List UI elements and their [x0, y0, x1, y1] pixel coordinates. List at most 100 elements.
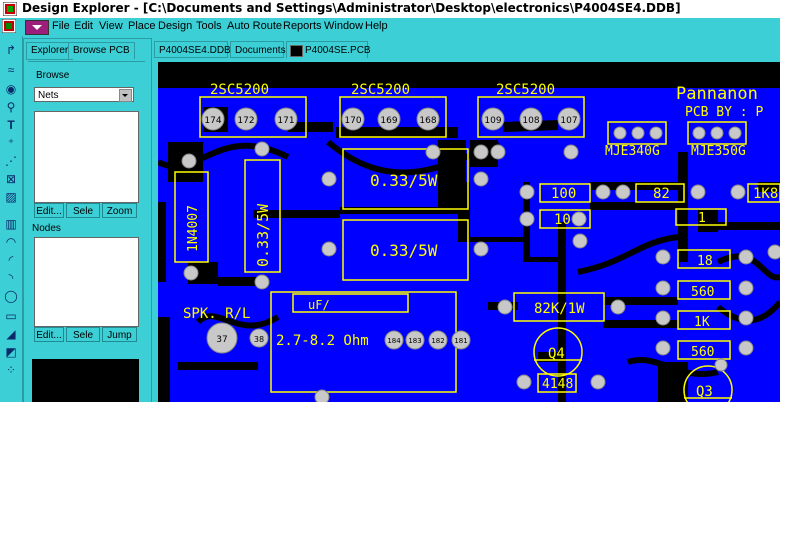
transistor-label-mje350: MJE350G — [691, 144, 746, 159]
system-menu-icon[interactable] — [2, 19, 16, 33]
pad-number-184: 184 — [387, 337, 401, 345]
diode-label-1n4007: 1N4007 — [186, 205, 201, 252]
diode-label-4148: 4148 — [542, 377, 573, 392]
pcb-canvas[interactable]: 2SC5200 2SC5200 2SC5200 MJE340G MJE350G … — [158, 62, 780, 402]
split-plane-tool-icon[interactable]: ◢ — [3, 326, 19, 342]
tab-browse-pcb[interactable]: Browse PCB — [68, 42, 135, 59]
nodes-select-button[interactable]: Sele — [66, 327, 100, 342]
coordinate-tool-icon[interactable]: ⁺ — [3, 135, 19, 151]
pad-number-37: 37 — [216, 335, 227, 345]
resistor-label-033-a: 0.33/5W — [370, 171, 438, 190]
transistor-label-2: 2SC5200 — [351, 82, 410, 98]
transistor-label-3: 2SC5200 — [496, 82, 555, 98]
pad-number-109: 109 — [484, 116, 501, 126]
nodes-group-label: Nodes — [32, 223, 61, 234]
board-brand-subtitle: PCB BY : P — [685, 105, 763, 120]
arc-tool-icon[interactable]: ≈ — [3, 62, 19, 78]
array-tool-icon[interactable]: ⁘ — [3, 362, 19, 378]
browse-zoom-button[interactable]: Zoom — [102, 203, 137, 218]
pad-number-169: 169 — [380, 116, 397, 126]
menu-help[interactable]: Help — [365, 20, 388, 32]
menu-edit[interactable]: Edit — [74, 20, 93, 32]
browse-edit-button[interactable]: Edit... — [34, 203, 64, 218]
tab-divider — [28, 61, 145, 62]
resistor-label-1ba: 1 — [698, 211, 706, 226]
pad-number-183: 183 — [408, 337, 421, 345]
resistor-label-033-b: 0.33/5W — [370, 241, 438, 260]
menu-window[interactable]: Window — [324, 20, 363, 32]
browse-list[interactable] — [34, 111, 139, 203]
resistor-label-1k: 1K — [694, 315, 710, 330]
pcb-document-icon — [290, 45, 303, 57]
menu-reports[interactable]: Reports — [283, 20, 322, 32]
design-menu-dropdown[interactable] — [25, 20, 49, 35]
pad-number-168: 168 — [419, 116, 436, 126]
board-brand-title: Pannanon — [676, 84, 758, 104]
transistor-label-1: 2SC5200 — [210, 82, 269, 98]
menu-view[interactable]: View — [99, 20, 123, 32]
app-icon — [3, 2, 17, 16]
text-tool-icon[interactable]: T — [3, 117, 19, 133]
menu-auto-route[interactable]: Auto Route — [227, 20, 282, 32]
pad-number-174: 174 — [204, 116, 221, 126]
resistor-label-1k8: 1K8 — [753, 186, 778, 202]
tab-documents[interactable]: Documents — [230, 41, 286, 58]
pcb-layout-view[interactable]: 2SC5200 2SC5200 2SC5200 MJE340G MJE350G … — [158, 62, 780, 402]
nodes-jump-button[interactable]: Jump — [102, 327, 137, 342]
tab-explorer[interactable]: Explorer — [26, 42, 74, 60]
resistor-label-82: 82 — [653, 186, 670, 202]
menu-place[interactable]: Place — [128, 20, 156, 32]
resistor-label-560-a: 560 — [691, 285, 714, 300]
polygon-tool-icon[interactable]: ▭ — [3, 308, 19, 324]
arc-center-tool-icon[interactable]: ◠ — [3, 234, 19, 250]
explorer-panel: Explorer Browse PCB Browse Nets Edit... … — [23, 38, 152, 402]
via-tool-icon[interactable]: ⚲ — [3, 99, 19, 115]
circle-tool-icon[interactable]: ◯ — [3, 288, 19, 304]
tab-p4004se4-ddb[interactable]: P4004SE4.DDB — [154, 41, 231, 58]
capacitor-label: uF/ — [308, 298, 330, 312]
document-area: P4004SE4.DDB Documents P4004SE.PCB 2SC52… — [150, 38, 780, 402]
pad-number-108: 108 — [522, 116, 539, 126]
pad-number-172: 172 — [237, 116, 254, 126]
menu-file[interactable]: File — [52, 20, 70, 32]
pad-number-181: 181 — [454, 337, 467, 345]
browse-group-label: Browse — [36, 70, 70, 81]
transistor-label-mje340: MJE340G — [605, 144, 660, 159]
placement-toolbar: ↱ ≈ ◉ ⚲ T ⁺ ⋰ ⊠ ▨ ▥ ◠ ◜ ◝ ◯ ▭ ◢ ◩ ⁘ — [0, 36, 23, 402]
impedance-label: 2.7-8.2 Ohm — [276, 333, 369, 349]
menu-bar: File Edit View Place Design Tools Auto R… — [0, 18, 780, 36]
tab-p4004se-pcb-label: P4004SE.PCB — [305, 45, 371, 56]
transistor-label-q3: Q3 — [696, 384, 713, 400]
resistor-label-82k: 82K/1W — [534, 301, 585, 317]
nodes-list[interactable] — [34, 237, 139, 327]
arc-any-tool-icon[interactable]: ◝ — [3, 270, 19, 286]
pad-number-182: 182 — [431, 337, 444, 345]
component-tool-icon[interactable]: ▥ — [3, 216, 19, 232]
title-bar: Design Explorer - [C:\Documents and Sett… — [0, 0, 780, 19]
pad-number-107: 107 — [560, 116, 577, 126]
pad-number-38: 38 — [254, 335, 264, 344]
speaker-label: SPK. R/L — [183, 306, 250, 322]
room-tool-icon[interactable]: ◩ — [3, 344, 19, 360]
resistor-label-033-vertical: 0.33/5W — [254, 203, 272, 267]
resistor-label-100: 100 — [551, 186, 576, 202]
tab-p4004se-pcb[interactable]: P4004SE.PCB — [286, 41, 371, 58]
application-window: Design Explorer - [C:\Documents and Sett… — [0, 0, 780, 402]
arc-edge-tool-icon[interactable]: ◜ — [3, 252, 19, 268]
menu-design[interactable]: Design — [158, 20, 192, 32]
fill-tool-icon[interactable]: ▨ — [3, 189, 19, 205]
menu-tools[interactable]: Tools — [196, 20, 222, 32]
browse-select[interactable]: Nets — [34, 87, 134, 102]
resistor-label-18: 18 — [697, 254, 713, 269]
line-tool-icon[interactable]: ↱ — [3, 42, 19, 58]
dimension-tool-icon[interactable]: ⋰ — [3, 153, 19, 169]
resistor-label-560-b: 560 — [691, 345, 714, 360]
pad-tool-icon[interactable]: ◉ — [3, 81, 19, 97]
browse-select-value: Nets — [38, 90, 59, 101]
origin-tool-icon[interactable]: ⊠ — [3, 171, 19, 187]
transistor-label-q4: Q4 — [548, 346, 565, 362]
nodes-edit-button[interactable]: Edit... — [34, 327, 64, 342]
browse-select-button[interactable]: Sele — [66, 203, 100, 218]
mini-viewer[interactable] — [32, 359, 139, 402]
chevron-down-icon[interactable] — [119, 89, 132, 102]
